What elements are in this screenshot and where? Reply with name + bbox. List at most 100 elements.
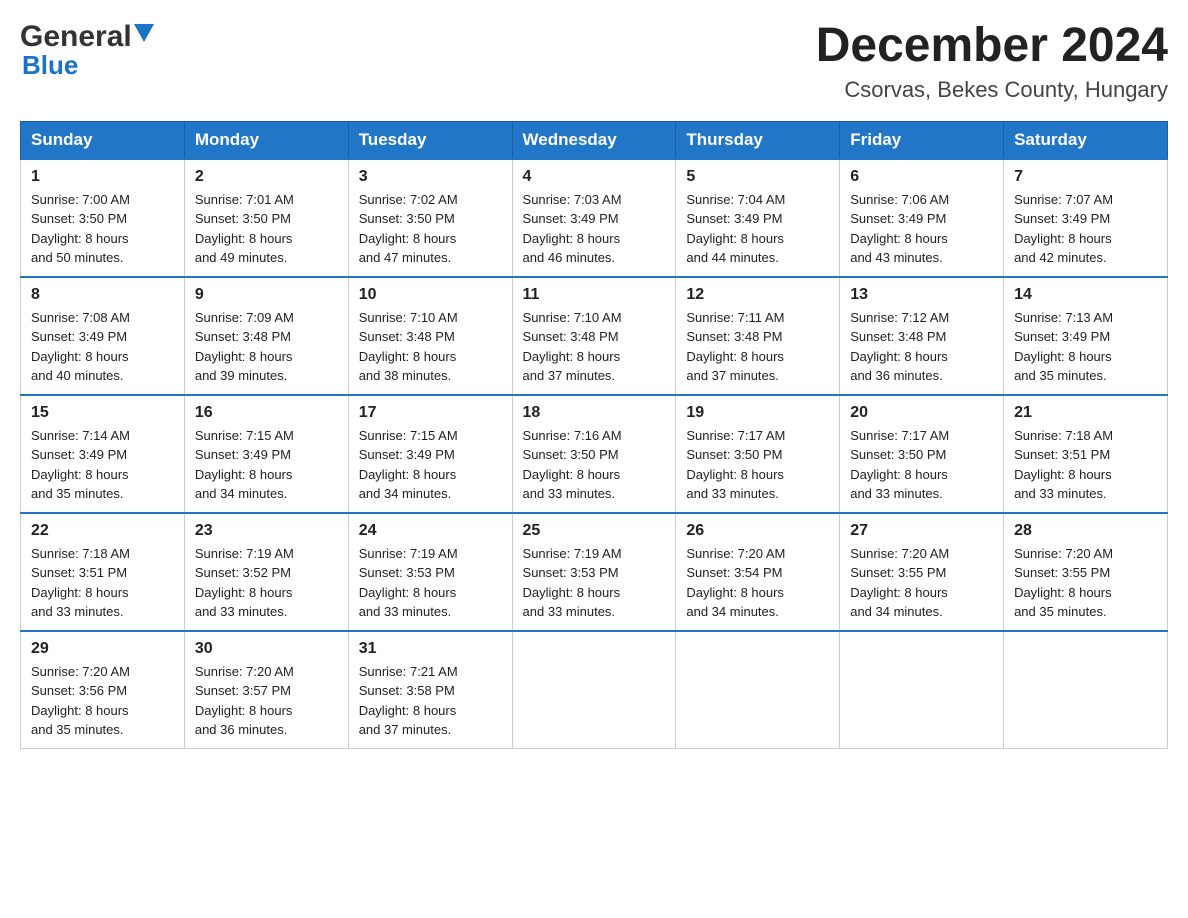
day-number: 11 [523, 286, 666, 304]
logo-general-text: General [20, 20, 132, 54]
day-cell: 17 Sunrise: 7:15 AM Sunset: 3:49 PM Dayl… [348, 395, 512, 513]
day-info: Sunrise: 7:15 AM Sunset: 3:49 PM Dayligh… [359, 426, 502, 504]
header-wednesday: Wednesday [512, 121, 676, 159]
day-cell: 29 Sunrise: 7:20 AM Sunset: 3:56 PM Dayl… [21, 631, 185, 749]
day-cell: 23 Sunrise: 7:19 AM Sunset: 3:52 PM Dayl… [184, 513, 348, 631]
day-cell: 19 Sunrise: 7:17 AM Sunset: 3:50 PM Dayl… [676, 395, 840, 513]
day-cell: 28 Sunrise: 7:20 AM Sunset: 3:55 PM Dayl… [1004, 513, 1168, 631]
day-info: Sunrise: 7:14 AM Sunset: 3:49 PM Dayligh… [31, 426, 174, 504]
day-number: 15 [31, 404, 174, 422]
day-number: 23 [195, 522, 338, 540]
day-info: Sunrise: 7:10 AM Sunset: 3:48 PM Dayligh… [523, 308, 666, 386]
day-number: 31 [359, 640, 502, 658]
day-number: 27 [850, 522, 993, 540]
day-info: Sunrise: 7:03 AM Sunset: 3:49 PM Dayligh… [523, 190, 666, 268]
day-info: Sunrise: 7:02 AM Sunset: 3:50 PM Dayligh… [359, 190, 502, 268]
day-info: Sunrise: 7:07 AM Sunset: 3:49 PM Dayligh… [1014, 190, 1157, 268]
day-info: Sunrise: 7:17 AM Sunset: 3:50 PM Dayligh… [686, 426, 829, 504]
day-cell: 5 Sunrise: 7:04 AM Sunset: 3:49 PM Dayli… [676, 159, 840, 277]
calendar-table: Sunday Monday Tuesday Wednesday Thursday… [20, 121, 1168, 749]
calendar-subtitle: Csorvas, Bekes County, Hungary [816, 77, 1168, 103]
day-info: Sunrise: 7:18 AM Sunset: 3:51 PM Dayligh… [31, 544, 174, 622]
day-number: 26 [686, 522, 829, 540]
day-info: Sunrise: 7:20 AM Sunset: 3:57 PM Dayligh… [195, 662, 338, 740]
day-number: 30 [195, 640, 338, 658]
day-cell: 20 Sunrise: 7:17 AM Sunset: 3:50 PM Dayl… [840, 395, 1004, 513]
day-cell: 2 Sunrise: 7:01 AM Sunset: 3:50 PM Dayli… [184, 159, 348, 277]
day-number: 2 [195, 168, 338, 186]
logo-blue-text: Blue [22, 50, 78, 81]
day-number: 19 [686, 404, 829, 422]
day-cell: 31 Sunrise: 7:21 AM Sunset: 3:58 PM Dayl… [348, 631, 512, 749]
header-monday: Monday [184, 121, 348, 159]
calendar-title: December 2024 [816, 20, 1168, 73]
day-info: Sunrise: 7:20 AM Sunset: 3:56 PM Dayligh… [31, 662, 174, 740]
day-info: Sunrise: 7:18 AM Sunset: 3:51 PM Dayligh… [1014, 426, 1157, 504]
day-cell: 24 Sunrise: 7:19 AM Sunset: 3:53 PM Dayl… [348, 513, 512, 631]
day-cell: 30 Sunrise: 7:20 AM Sunset: 3:57 PM Dayl… [184, 631, 348, 749]
day-info: Sunrise: 7:11 AM Sunset: 3:48 PM Dayligh… [686, 308, 829, 386]
week-row-4: 22 Sunrise: 7:18 AM Sunset: 3:51 PM Dayl… [21, 513, 1168, 631]
day-number: 1 [31, 168, 174, 186]
week-row-3: 15 Sunrise: 7:14 AM Sunset: 3:49 PM Dayl… [21, 395, 1168, 513]
day-cell: 7 Sunrise: 7:07 AM Sunset: 3:49 PM Dayli… [1004, 159, 1168, 277]
day-cell: 10 Sunrise: 7:10 AM Sunset: 3:48 PM Dayl… [348, 277, 512, 395]
day-info: Sunrise: 7:09 AM Sunset: 3:48 PM Dayligh… [195, 308, 338, 386]
day-info: Sunrise: 7:19 AM Sunset: 3:53 PM Dayligh… [359, 544, 502, 622]
day-number: 3 [359, 168, 502, 186]
day-number: 28 [1014, 522, 1157, 540]
day-number: 24 [359, 522, 502, 540]
day-cell: 15 Sunrise: 7:14 AM Sunset: 3:49 PM Dayl… [21, 395, 185, 513]
day-number: 4 [523, 168, 666, 186]
page-header: General Blue December 2024 Csorvas, Beke… [20, 20, 1168, 103]
day-number: 7 [1014, 168, 1157, 186]
day-cell: 3 Sunrise: 7:02 AM Sunset: 3:50 PM Dayli… [348, 159, 512, 277]
day-number: 5 [686, 168, 829, 186]
day-number: 9 [195, 286, 338, 304]
day-info: Sunrise: 7:19 AM Sunset: 3:52 PM Dayligh… [195, 544, 338, 622]
week-row-1: 1 Sunrise: 7:00 AM Sunset: 3:50 PM Dayli… [21, 159, 1168, 277]
day-number: 22 [31, 522, 174, 540]
day-cell [676, 631, 840, 749]
day-cell: 22 Sunrise: 7:18 AM Sunset: 3:51 PM Dayl… [21, 513, 185, 631]
day-info: Sunrise: 7:20 AM Sunset: 3:55 PM Dayligh… [850, 544, 993, 622]
day-number: 12 [686, 286, 829, 304]
calendar-header-row: Sunday Monday Tuesday Wednesday Thursday… [21, 121, 1168, 159]
day-info: Sunrise: 7:10 AM Sunset: 3:48 PM Dayligh… [359, 308, 502, 386]
day-cell: 11 Sunrise: 7:10 AM Sunset: 3:48 PM Dayl… [512, 277, 676, 395]
day-info: Sunrise: 7:06 AM Sunset: 3:49 PM Dayligh… [850, 190, 993, 268]
header-thursday: Thursday [676, 121, 840, 159]
day-cell: 8 Sunrise: 7:08 AM Sunset: 3:49 PM Dayli… [21, 277, 185, 395]
header-tuesday: Tuesday [348, 121, 512, 159]
day-cell: 16 Sunrise: 7:15 AM Sunset: 3:49 PM Dayl… [184, 395, 348, 513]
day-cell: 26 Sunrise: 7:20 AM Sunset: 3:54 PM Dayl… [676, 513, 840, 631]
day-info: Sunrise: 7:20 AM Sunset: 3:54 PM Dayligh… [686, 544, 829, 622]
day-cell: 13 Sunrise: 7:12 AM Sunset: 3:48 PM Dayl… [840, 277, 1004, 395]
day-number: 14 [1014, 286, 1157, 304]
header-friday: Friday [840, 121, 1004, 159]
day-number: 6 [850, 168, 993, 186]
day-cell [840, 631, 1004, 749]
day-cell: 18 Sunrise: 7:16 AM Sunset: 3:50 PM Dayl… [512, 395, 676, 513]
day-number: 8 [31, 286, 174, 304]
day-info: Sunrise: 7:19 AM Sunset: 3:53 PM Dayligh… [523, 544, 666, 622]
day-cell: 4 Sunrise: 7:03 AM Sunset: 3:49 PM Dayli… [512, 159, 676, 277]
day-number: 29 [31, 640, 174, 658]
day-info: Sunrise: 7:16 AM Sunset: 3:50 PM Dayligh… [523, 426, 666, 504]
day-info: Sunrise: 7:20 AM Sunset: 3:55 PM Dayligh… [1014, 544, 1157, 622]
day-cell: 21 Sunrise: 7:18 AM Sunset: 3:51 PM Dayl… [1004, 395, 1168, 513]
day-cell [512, 631, 676, 749]
week-row-2: 8 Sunrise: 7:08 AM Sunset: 3:49 PM Dayli… [21, 277, 1168, 395]
logo-triangle-icon [134, 24, 156, 46]
day-cell: 12 Sunrise: 7:11 AM Sunset: 3:48 PM Dayl… [676, 277, 840, 395]
day-cell [1004, 631, 1168, 749]
day-info: Sunrise: 7:17 AM Sunset: 3:50 PM Dayligh… [850, 426, 993, 504]
day-info: Sunrise: 7:08 AM Sunset: 3:49 PM Dayligh… [31, 308, 174, 386]
day-info: Sunrise: 7:15 AM Sunset: 3:49 PM Dayligh… [195, 426, 338, 504]
logo: General Blue [20, 20, 156, 81]
day-info: Sunrise: 7:01 AM Sunset: 3:50 PM Dayligh… [195, 190, 338, 268]
day-info: Sunrise: 7:04 AM Sunset: 3:49 PM Dayligh… [686, 190, 829, 268]
day-cell: 6 Sunrise: 7:06 AM Sunset: 3:49 PM Dayli… [840, 159, 1004, 277]
day-info: Sunrise: 7:21 AM Sunset: 3:58 PM Dayligh… [359, 662, 502, 740]
day-number: 18 [523, 404, 666, 422]
